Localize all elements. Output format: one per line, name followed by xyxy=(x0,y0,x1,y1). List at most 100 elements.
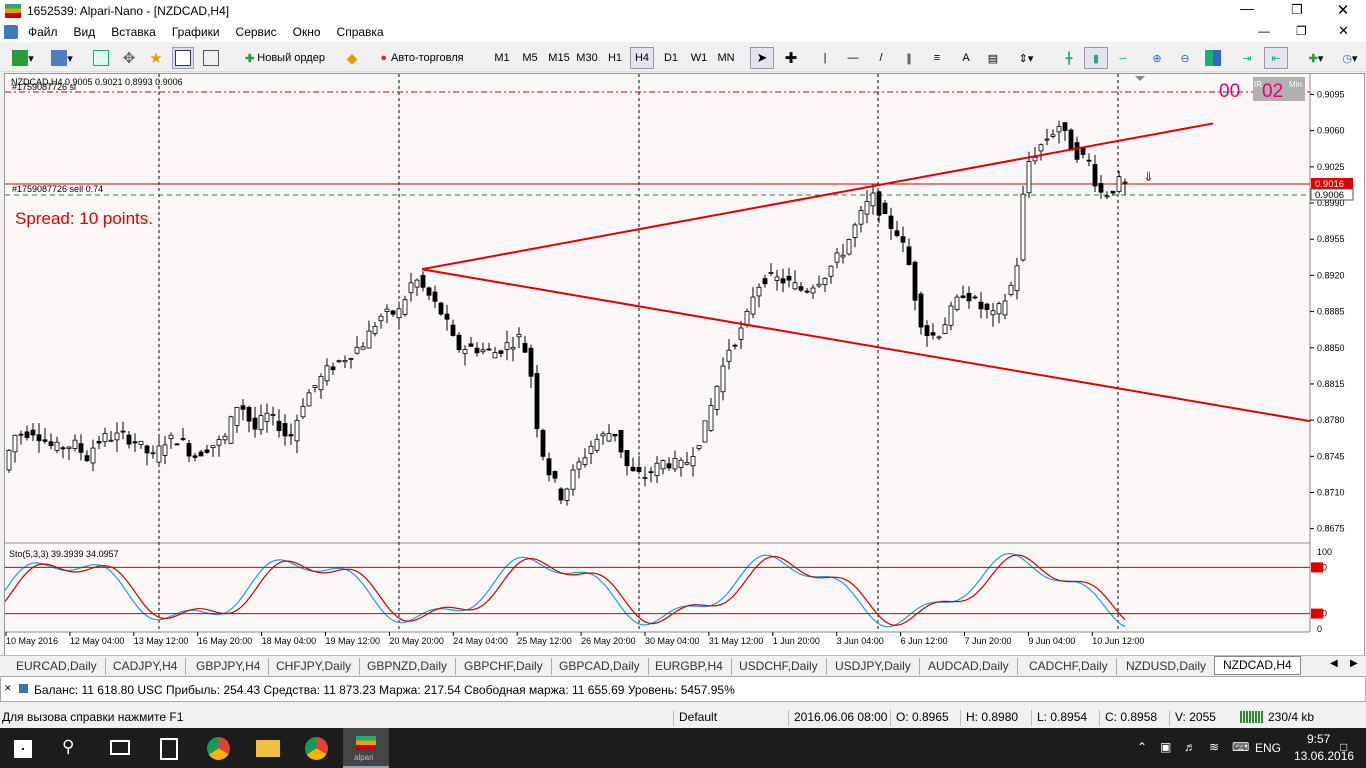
candle-chart-button[interactable]: ▮ xyxy=(1084,47,1108,69)
channel-tool[interactable]: ∥ xyxy=(898,47,920,69)
metaeditor-button[interactable]: ◆ xyxy=(340,47,364,69)
crosshair-tool[interactable]: ✚ xyxy=(780,47,802,69)
menu-insert[interactable]: Вставка xyxy=(103,22,164,39)
minimize-button[interactable]: — xyxy=(1232,0,1262,22)
tab-usdjpy[interactable]: USDJPY,Daily xyxy=(827,658,920,675)
tile-windows-button[interactable] xyxy=(1202,47,1224,69)
favorites-button[interactable]: ★ xyxy=(145,47,167,69)
period-d1[interactable]: D1 xyxy=(660,47,682,69)
line-chart-button[interactable]: ∽ xyxy=(1112,47,1134,69)
period-h1[interactable]: H1 xyxy=(604,47,626,69)
profiles-button[interactable]: ▾ xyxy=(46,47,78,69)
tab-audcad[interactable]: AUDCAD,Daily xyxy=(920,658,1018,675)
bear-candle xyxy=(618,430,624,453)
maximize-button[interactable]: ❐ xyxy=(1282,2,1312,24)
vertical-line-tool[interactable]: | xyxy=(814,47,836,69)
tab-gbpjpy[interactable]: GBPJPY,H4 xyxy=(188,658,270,675)
bear-candle xyxy=(42,439,48,442)
tab-gbpchf[interactable]: GBPCHF,Daily xyxy=(456,658,552,675)
bar-chart-button[interactable]: ╋ xyxy=(1058,47,1080,69)
tab-nzdcad[interactable]: NZDCAD,H4 xyxy=(1214,656,1301,675)
task-view-icon[interactable] xyxy=(110,740,130,755)
connection-icon[interactable] xyxy=(1240,711,1264,723)
cursor-tool[interactable]: ➤ xyxy=(750,47,774,69)
menu-charts[interactable]: Графики xyxy=(164,22,228,39)
new-order-button[interactable]: ✚ Новый ордер xyxy=(234,47,336,69)
bear-candle xyxy=(804,290,810,293)
terminal-button[interactable] xyxy=(172,47,194,69)
bull-candle xyxy=(750,296,756,315)
language-indicator[interactable]: ENG xyxy=(1255,741,1281,755)
menu-view[interactable]: Вид xyxy=(66,22,104,39)
bear-candle xyxy=(786,275,792,281)
tab-chfjpy[interactable]: CHFJPY,Daily xyxy=(268,658,361,675)
menu-help[interactable]: Справка xyxy=(329,22,392,39)
indicators-button[interactable]: ✚ ▾ xyxy=(1300,47,1332,69)
tab-usdchf[interactable]: USDCHF,Daily xyxy=(731,658,827,675)
tab-gbpnzd[interactable]: GBPNZD,Daily xyxy=(359,658,457,675)
tab-nzdusd[interactable]: NZDUSD,Daily xyxy=(1118,658,1216,675)
period-h4[interactable]: H4 xyxy=(630,47,654,69)
menu-tools[interactable]: Сервис xyxy=(228,22,285,39)
chart-shift-button[interactable]: ⇤ xyxy=(1264,47,1288,69)
autotrading-button[interactable]: ● Авто-торговля xyxy=(368,47,476,69)
price-tick-label: 0.8850 xyxy=(1317,343,1345,353)
menu-file[interactable]: Файл xyxy=(20,22,66,39)
alpari-task-button[interactable]: alpari xyxy=(343,728,389,768)
calculator-icon[interactable] xyxy=(160,738,178,760)
strategy-tester-button[interactable] xyxy=(200,47,222,69)
mdi-minimize-button[interactable]: — xyxy=(1258,24,1270,38)
bear-candle xyxy=(918,293,924,328)
trendline-tool[interactable]: / xyxy=(870,47,892,69)
volume-icon[interactable]: ♬ xyxy=(1184,740,1196,754)
menu-window[interactable]: Окно xyxy=(285,22,329,39)
bear-candle xyxy=(78,443,84,453)
file-explorer-icon[interactable] xyxy=(256,740,280,757)
period-w1[interactable]: W1 xyxy=(688,47,710,69)
time-tick-label: 16 May 20:00 xyxy=(198,636,253,646)
autoscroll-button[interactable]: ⇥ xyxy=(1236,47,1258,69)
market-watch-button[interactable] xyxy=(90,47,112,69)
arrows-tool[interactable]: ⇕▾ xyxy=(1012,47,1040,69)
search-icon[interactable]: ⚲ xyxy=(62,737,74,757)
tab-eurcad[interactable]: EURCAD,Daily xyxy=(8,658,106,675)
period-m30[interactable]: M30 xyxy=(574,47,600,69)
keyboard-icon[interactable]: ⌨ xyxy=(1232,740,1249,754)
fibonacci-tool[interactable]: ≡ xyxy=(926,47,948,69)
navigator-button[interactable]: ✥ xyxy=(118,47,140,69)
period-m15[interactable]: M15 xyxy=(546,47,572,69)
period-m5[interactable]: M5 xyxy=(518,47,542,69)
price-chart[interactable]: 0.90950.90600.90250.89900.89550.89200.88… xyxy=(5,74,1366,660)
tab-cadchf[interactable]: CADCHF,Daily xyxy=(1021,658,1117,675)
zoom-in-button[interactable]: ⊕ xyxy=(1146,47,1168,69)
new-chart-button[interactable]: ▾ xyxy=(6,47,40,69)
mdi-restore-button[interactable]: ❐ xyxy=(1296,24,1307,38)
tab-gbpcad[interactable]: GBPCAD,Daily xyxy=(551,658,649,675)
wifi-icon[interactable]: ≋ xyxy=(1209,740,1219,754)
tray-expand-icon[interactable]: ⌃ xyxy=(1137,740,1147,754)
plus-icon: ✚ xyxy=(245,52,255,65)
bear-candle xyxy=(624,450,630,467)
periodicity-button[interactable]: ◷ ▾ xyxy=(1336,47,1364,69)
period-mn[interactable]: MN xyxy=(714,47,738,69)
period-m1[interactable]: M1 xyxy=(490,47,514,69)
text-tool[interactable]: A xyxy=(955,47,977,69)
horizontal-line-tool[interactable]: — xyxy=(842,47,864,69)
tab-cadjpy[interactable]: CADJPY,H4 xyxy=(105,658,187,675)
tabs-scroll-left-icon[interactable]: ◀ xyxy=(1330,658,1338,669)
tab-eurgbp[interactable]: EURGBP,H4 xyxy=(647,658,732,675)
label-tool[interactable]: ▤ xyxy=(982,47,1004,69)
chrome-icon[interactable] xyxy=(207,737,230,760)
clock-time[interactable]: 9:57 xyxy=(1307,732,1330,746)
notifications-icon[interactable]: □ xyxy=(1340,740,1347,754)
network-icon[interactable]: ▣ xyxy=(1160,740,1171,754)
tabs-scroll-right-icon[interactable]: ▶ xyxy=(1350,658,1358,669)
close-terminal-icon[interactable]: ✕ xyxy=(4,683,12,694)
start-icon[interactable] xyxy=(14,740,32,758)
chrome-icon-2[interactable] xyxy=(305,737,328,760)
chart-window[interactable]: 0.9095 0.9060 0.9025 0.8990 0.8955 0.8920 0.88… xyxy=(4,73,1365,659)
mdi-close-button[interactable]: ✕ xyxy=(1338,23,1349,39)
bear-candle xyxy=(186,443,192,457)
zoom-out-button[interactable]: ⊖ xyxy=(1174,47,1196,69)
close-button[interactable]: ✕ xyxy=(1328,1,1358,23)
